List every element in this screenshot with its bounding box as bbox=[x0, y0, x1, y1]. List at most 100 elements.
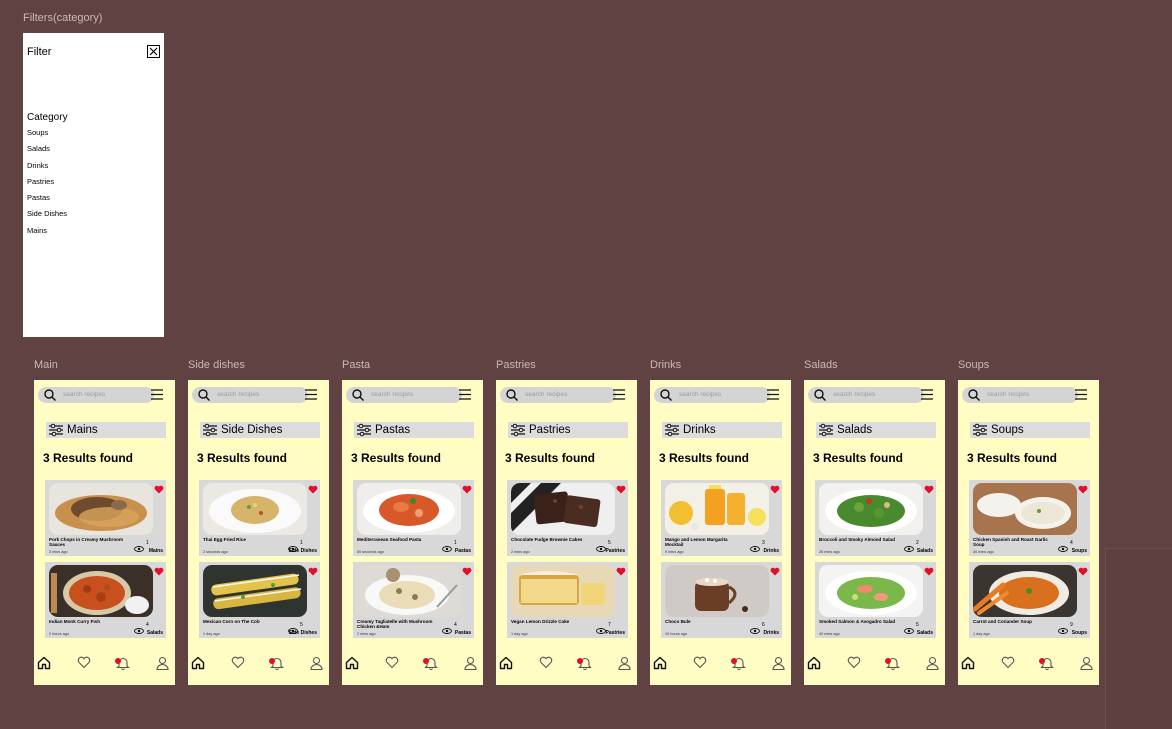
category-filter-button[interactable]: Pastries bbox=[508, 422, 628, 438]
home-icon[interactable] bbox=[961, 656, 975, 675]
menu-icon[interactable] bbox=[150, 388, 164, 406]
results-count: 3 Results found bbox=[813, 451, 904, 465]
search-input[interactable]: search recipes bbox=[808, 387, 924, 403]
home-icon[interactable] bbox=[807, 656, 821, 675]
recipe-card[interactable]: Indian Monk Curry Fish 2 hours ago 4 Salads bbox=[45, 562, 166, 638]
heart-icon[interactable] bbox=[770, 481, 780, 499]
search-input[interactable]: search recipes bbox=[192, 387, 308, 403]
heart-icon[interactable] bbox=[154, 563, 164, 581]
profile-icon[interactable] bbox=[926, 656, 939, 675]
search-input[interactable]: search recipes bbox=[500, 387, 616, 403]
favorites-icon[interactable] bbox=[1001, 656, 1015, 674]
heart-icon[interactable] bbox=[924, 481, 934, 499]
menu-icon[interactable] bbox=[458, 388, 472, 406]
search-input[interactable]: search recipes bbox=[654, 387, 770, 403]
close-icon[interactable] bbox=[147, 45, 160, 58]
screen-frame-label: Side dishes bbox=[188, 359, 245, 371]
recipe-card[interactable]: Choco Bule 10 hours ago 6 Drinks bbox=[661, 562, 782, 638]
recipe-title: Mango and Lemon Margarita Mocktail bbox=[665, 537, 728, 547]
recipe-image[interactable] bbox=[973, 565, 1077, 617]
recipe-card[interactable]: Mexican Corn on The Cob 1 day ago 5 Side Di… bbox=[199, 562, 320, 638]
favorites-icon[interactable] bbox=[693, 656, 707, 674]
recipe-card[interactable]: Mediterranean Seafood Pasta 50 seconds ag… bbox=[353, 480, 474, 556]
heart-icon[interactable] bbox=[924, 563, 934, 581]
recipe-image[interactable] bbox=[203, 483, 307, 535]
recipe-card[interactable]: Mango and Lemon Margarita Mocktail 9 mins… bbox=[661, 480, 782, 556]
category-option-pastas[interactable]: Pastas bbox=[27, 193, 67, 209]
home-icon[interactable] bbox=[191, 656, 205, 675]
category-filter-button[interactable]: Drinks bbox=[662, 422, 782, 438]
recipe-image[interactable] bbox=[819, 565, 923, 617]
heart-icon[interactable] bbox=[1078, 481, 1088, 499]
home-icon[interactable] bbox=[345, 656, 359, 675]
favorites-icon[interactable] bbox=[77, 656, 91, 674]
category-option-mains[interactable]: Mains bbox=[27, 226, 67, 242]
profile-icon[interactable] bbox=[618, 656, 631, 675]
recipe-image[interactable] bbox=[49, 565, 153, 617]
favorites-icon[interactable] bbox=[539, 656, 553, 674]
menu-icon[interactable] bbox=[304, 388, 318, 406]
recipe-card[interactable]: Chocolate Fudge Brownie Cakes 2 mins ago 5… bbox=[507, 480, 628, 556]
profile-icon[interactable] bbox=[772, 656, 785, 675]
bottom-tab-bar bbox=[958, 656, 1099, 676]
recipe-time: 30 mins ago bbox=[973, 550, 994, 554]
category-filter-button[interactable]: Salads bbox=[816, 422, 936, 438]
favorites-icon[interactable] bbox=[231, 656, 245, 674]
recipe-category-tag: Salads bbox=[916, 548, 933, 554]
heart-icon[interactable] bbox=[1078, 563, 1088, 581]
heart-icon[interactable] bbox=[616, 481, 626, 499]
home-icon[interactable] bbox=[37, 656, 51, 675]
category-filter-button[interactable]: Side Dishes bbox=[200, 422, 320, 438]
home-icon[interactable] bbox=[653, 656, 667, 675]
profile-icon[interactable] bbox=[310, 656, 323, 675]
recipe-card[interactable]: Broccoli and Smoky Almond Salad 26 mins a… bbox=[815, 480, 936, 556]
recipe-image[interactable] bbox=[665, 565, 769, 617]
category-filter-button[interactable]: Mains bbox=[46, 422, 166, 438]
profile-icon[interactable] bbox=[156, 656, 169, 675]
recipe-image[interactable] bbox=[357, 565, 461, 617]
recipe-image[interactable] bbox=[511, 483, 615, 535]
category-option-soups[interactable]: Soups bbox=[27, 128, 67, 144]
heart-icon[interactable] bbox=[462, 481, 472, 499]
recipe-image[interactable] bbox=[819, 483, 923, 535]
favorites-icon[interactable] bbox=[847, 656, 861, 674]
menu-icon[interactable] bbox=[920, 388, 934, 406]
recipe-image[interactable] bbox=[973, 483, 1077, 535]
recipe-card[interactable]: Chicken Spanish and Roast Garlic Soup 30 … bbox=[969, 480, 1090, 556]
recipe-image[interactable] bbox=[49, 483, 153, 535]
recipe-image[interactable] bbox=[357, 483, 461, 535]
menu-icon[interactable] bbox=[766, 388, 780, 406]
heart-icon[interactable] bbox=[308, 481, 318, 499]
heart-icon[interactable] bbox=[616, 563, 626, 581]
heart-icon[interactable] bbox=[154, 481, 164, 499]
profile-icon[interactable] bbox=[464, 656, 477, 675]
menu-icon[interactable] bbox=[1074, 388, 1088, 406]
recipe-time: 26 mins ago bbox=[819, 550, 840, 554]
category-option-salads[interactable]: Salads bbox=[27, 144, 67, 160]
recipe-card[interactable]: Pork Chops in Creamy Mushroom Sauces 3 mi… bbox=[45, 480, 166, 556]
category-option-drinks[interactable]: Drinks bbox=[27, 161, 67, 177]
home-icon[interactable] bbox=[499, 656, 513, 675]
recipe-card[interactable]: Vegan Lemon Drizzle Cake 1 day ago 7 Pastri… bbox=[507, 562, 628, 638]
heart-icon[interactable] bbox=[462, 563, 472, 581]
search-input[interactable]: search recipes bbox=[38, 387, 154, 403]
profile-icon[interactable] bbox=[1080, 656, 1093, 675]
recipe-card[interactable]: Smoked Salmon & Avogadro Salad 40 mins ag… bbox=[815, 562, 936, 638]
category-label: Salads bbox=[837, 424, 873, 436]
recipe-image[interactable] bbox=[511, 565, 615, 617]
search-input[interactable]: search recipes bbox=[346, 387, 462, 403]
recipe-image[interactable] bbox=[665, 483, 769, 535]
menu-icon[interactable] bbox=[612, 388, 626, 406]
category-filter-button[interactable]: Soups bbox=[970, 422, 1090, 438]
favorites-icon[interactable] bbox=[385, 656, 399, 674]
heart-icon[interactable] bbox=[770, 563, 780, 581]
recipe-card[interactable]: Carrot and Coriander Soup 1 day ago 9 Soups bbox=[969, 562, 1090, 638]
recipe-card[interactable]: Creamy Tagliatelle with Mushroom Chicken… bbox=[353, 562, 474, 638]
category-filter-button[interactable]: Pastas bbox=[354, 422, 474, 438]
recipe-image[interactable] bbox=[203, 565, 307, 617]
category-option-pastries[interactable]: Pastries bbox=[27, 177, 67, 193]
category-option-side-dishes[interactable]: Side Dishes bbox=[27, 209, 67, 225]
recipe-card[interactable]: Thai Egg Fried Rice 2 seconds ago 1 Side Di… bbox=[199, 480, 320, 556]
search-input[interactable]: search recipes bbox=[962, 387, 1078, 403]
heart-icon[interactable] bbox=[308, 563, 318, 581]
